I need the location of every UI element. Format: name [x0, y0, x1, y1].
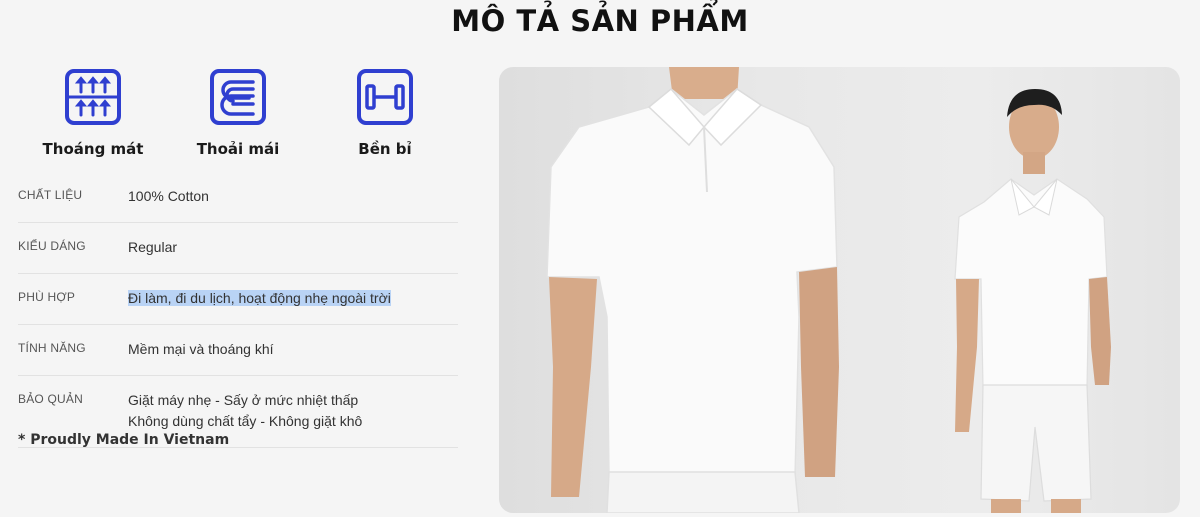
feature-durable: Bền bỉ	[310, 68, 460, 158]
care-line: Giặt máy nhẹ - Sấy ở mức nhiệt thấp	[128, 392, 359, 408]
spec-row-material: CHẤT LIỆU 100% Cotton	[18, 172, 458, 223]
spec-key: KIỂU DÁNG	[18, 239, 86, 253]
made-in-note: * Proudly Made In Vietnam	[18, 432, 230, 448]
fabric-roll-icon	[209, 68, 267, 126]
product-photo	[499, 67, 1180, 513]
feature-label: Bền bỉ	[358, 140, 412, 158]
feature-label: Thoáng mát	[42, 140, 144, 158]
spec-value: Regular	[128, 239, 178, 255]
feature-icons: Thoáng mát Thoải mái Bền bỉ	[18, 68, 458, 168]
care-line: Không dùng chất tẩy - Không giặt khô	[128, 413, 363, 429]
highlighted-text[interactable]: Đi làm, đi du lịch, hoạt động nhẹ ngoài …	[128, 290, 391, 306]
durability-bar-icon	[356, 68, 414, 126]
model-fullbody-illustration	[954, 89, 1111, 513]
feature-breathable: Thoáng mát	[18, 68, 168, 158]
spec-key: CHẤT LIỆU	[18, 188, 83, 202]
spec-key: TÍNH NĂNG	[18, 341, 86, 355]
spec-value: 100% Cotton	[128, 188, 209, 204]
model-closeup-illustration	[546, 67, 839, 513]
spec-value: Đi làm, đi du lịch, hoạt động nhẹ ngoài …	[128, 288, 391, 309]
spec-row-suitable: PHÙ HỢP Đi làm, đi du lịch, hoạt động nh…	[18, 274, 458, 325]
feature-comfortable: Thoải mái	[163, 68, 313, 158]
section-title: MÔ TẢ SẢN PHẨM	[451, 4, 749, 38]
spec-key: PHÙ HỢP	[18, 290, 76, 304]
ventilation-arrows-icon	[64, 68, 122, 126]
spec-key: BẢO QUẢN	[18, 392, 83, 406]
spec-row-features: TÍNH NĂNG Mềm mại và thoáng khí	[18, 325, 458, 376]
feature-label: Thoải mái	[196, 140, 280, 158]
spec-value: Mềm mại và thoáng khí	[128, 341, 274, 357]
spec-table: CHẤT LIỆU 100% Cotton KIỂU DÁNG Regular …	[18, 172, 458, 448]
spec-value: Giặt máy nhẹ - Sấy ở mức nhiệt thấp Khôn…	[128, 390, 362, 432]
spec-row-fit: KIỂU DÁNG Regular	[18, 223, 458, 274]
